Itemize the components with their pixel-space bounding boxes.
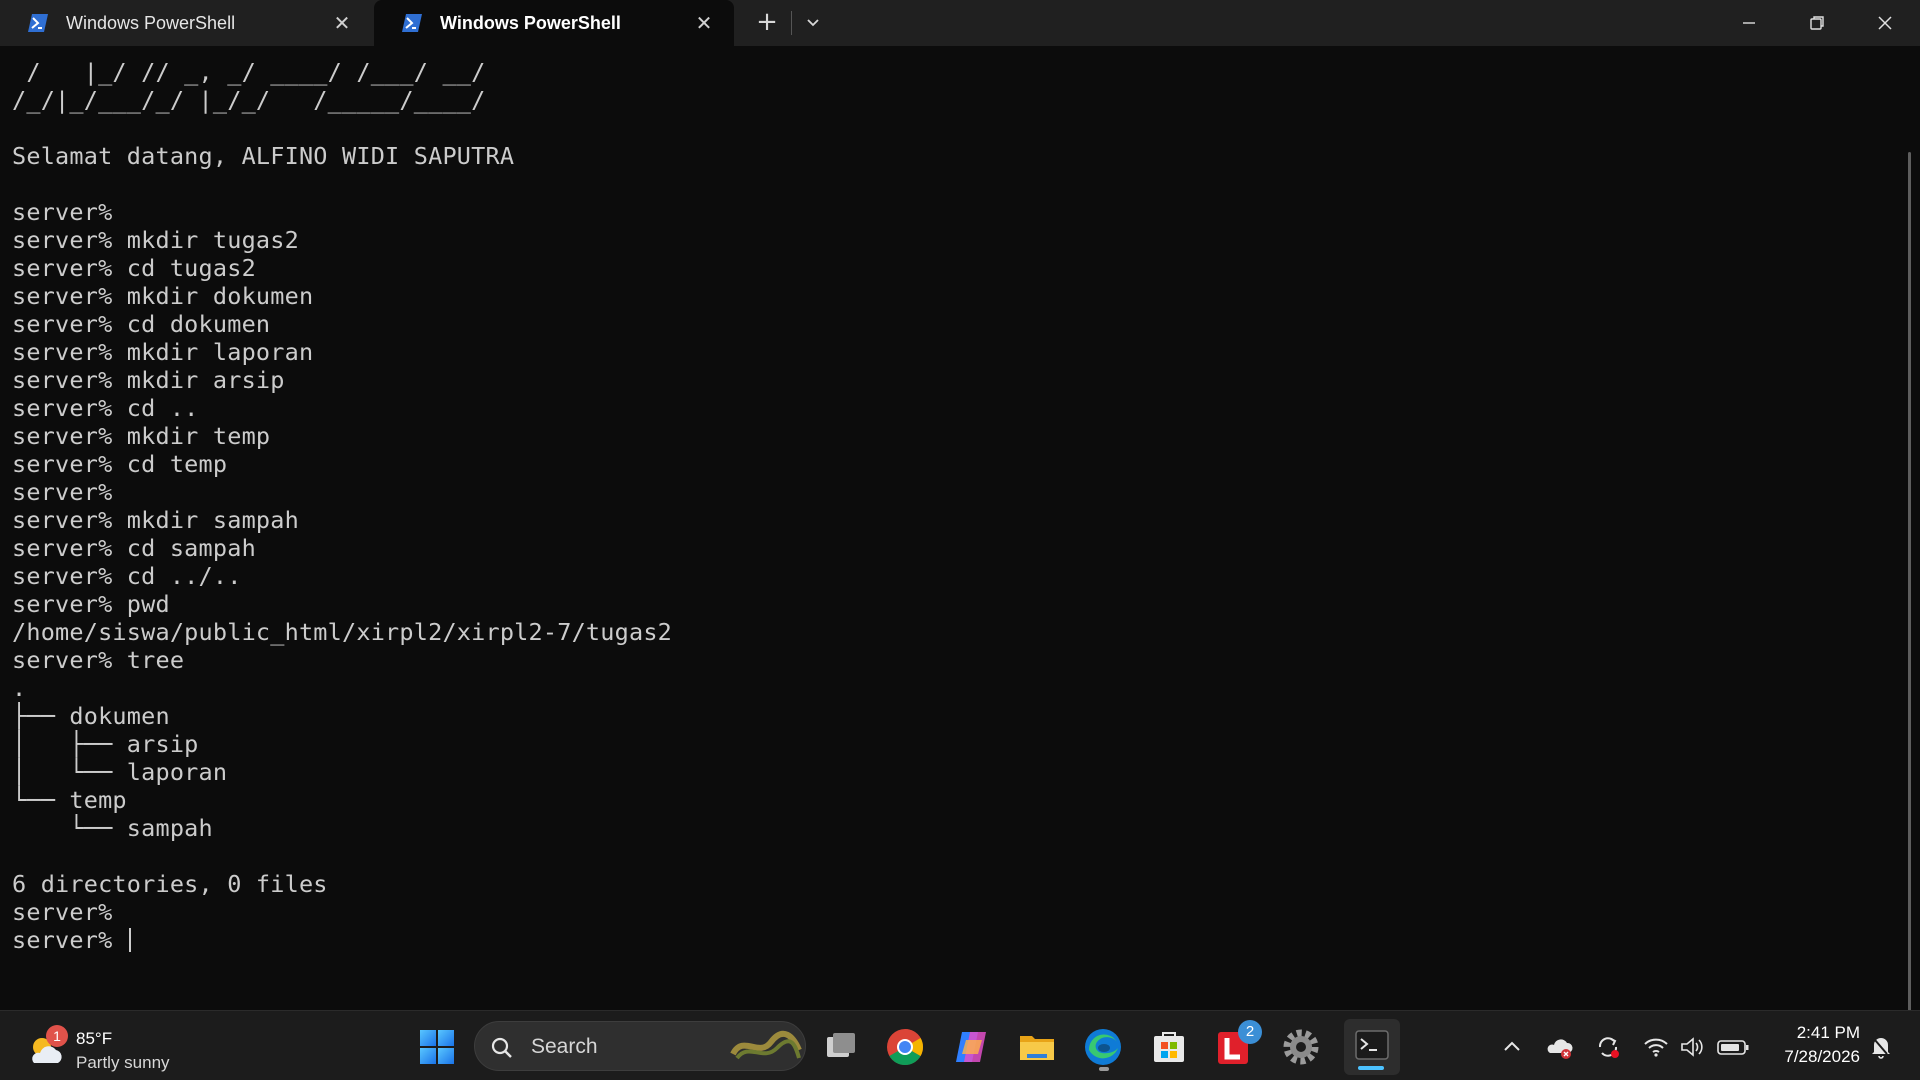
powershell-icon [28,14,48,32]
running-indicator [1099,1067,1109,1071]
terminal-line: server% mkdir temp [12,422,271,450]
battery-icon[interactable] [1716,1033,1750,1061]
gear-icon[interactable] [1278,1024,1324,1070]
weather-temp: 85°F [76,1029,113,1048]
terminal-line: /_/|_/___/_/ |_/_/ /_____/____/ [12,86,486,114]
terminal-line: / |_/ // _, _/ ____/ /___/ __/ [12,58,486,86]
minimize-icon[interactable] [1734,8,1764,38]
tab-powershell-2[interactable]: Windows PowerShell ✕ [374,0,734,46]
terminal-line: └── sampah [12,814,213,842]
tab-powershell-1[interactable]: Windows PowerShell ✕ [0,0,370,46]
prompt-text: server% [12,926,127,954]
close-tab-icon[interactable]: ✕ [693,12,715,34]
search-icon [491,1037,512,1058]
notification-badge: 2 [1238,1020,1262,1044]
chrome-icon[interactable] [882,1024,928,1070]
terminal-output[interactable]: / |_/ // _, _/ ____/ /___/ __//_/|_/___/… [0,46,1920,1025]
store-icon[interactable] [1146,1024,1192,1070]
notification-bell-icon[interactable] [1868,1033,1894,1061]
terminal-line: server% pwd [12,590,170,618]
close-icon[interactable] [1870,8,1900,38]
terminal-line: server% [12,198,113,226]
terminal-line: server% cd .. [12,394,199,422]
chevron-up-icon[interactable] [1498,1033,1526,1061]
restore-icon[interactable] [1802,8,1832,38]
taskbar: 1 85°F Partly sunny Search 2 2:41 PM 7/2… [0,1010,1920,1080]
terminal-line: └── temp [12,786,127,814]
terminal-line: server% mkdir arsip [12,366,285,394]
clock[interactable]: 2:41 PM 7/28/2026 [1760,1021,1860,1069]
windows-start-icon[interactable] [414,1024,460,1070]
chevron-down-icon[interactable] [800,10,826,36]
terminal-prompt-line[interactable]: server% [12,926,672,954]
search-highlight-art [730,1030,802,1060]
terminal-line: server% mkdir laporan [12,338,314,366]
terminal-line: │ ├── arsip [12,730,199,758]
divider [791,11,792,35]
terminal-text: / |_/ // _, _/ ____/ /___/ __//_/|_/___/… [12,58,672,954]
terminal-line: server% [12,898,113,926]
task-view-icon[interactable] [818,1024,864,1070]
terminal-line: │ └── laporan [12,758,228,786]
sync-icon[interactable] [1594,1033,1622,1061]
clock-time: 2:41 PM [1796,1023,1860,1042]
active-indicator [1358,1066,1384,1070]
search-input[interactable]: Search [474,1021,806,1071]
clock-date: 7/28/2026 [1784,1047,1860,1066]
terminal-line: server% cd dokumen [12,310,271,338]
notification-badge: 1 [46,1025,68,1047]
terminal-line: server% tree [12,646,185,674]
terminal-line: server% mkdir tugas2 [12,226,299,254]
folder-icon[interactable] [1014,1024,1060,1070]
edge-icon[interactable] [1080,1024,1126,1070]
terminal-line: server% mkdir dokumen [12,282,314,310]
title-bar: Windows PowerShell ✕ Windows PowerShell … [0,0,1920,46]
terminal-line: server% [12,478,113,506]
terminal-line: Selamat datang, ALFINO WIDI SAPUTRA [12,142,515,170]
close-tab-icon[interactable]: ✕ [331,12,353,34]
powershell-icon [402,14,422,32]
onedrive-error-icon[interactable] [1546,1033,1574,1061]
new-tab-button[interactable]: + [752,9,782,36]
terminal-line: ├── dokumen [12,702,170,730]
tab-title: Windows PowerShell [66,13,236,33]
terminal-line: 6 directories, 0 files [12,870,328,898]
tab-title: Windows PowerShell [440,13,621,33]
terminal-line: server% cd tugas2 [12,254,256,282]
terminal-line: server% cd ../.. [12,562,242,590]
search-placeholder: Search [531,1035,598,1058]
weather-widget[interactable]: 1 85°F Partly sunny [26,1025,186,1072]
terminal-line: . [12,674,27,702]
terminal-line: server% cd sampah [12,534,256,562]
wifi-icon[interactable] [1642,1033,1670,1061]
scrollbar[interactable] [1908,152,1911,1025]
text-cursor [128,928,131,952]
terminal-line: server% cd temp [12,450,228,478]
terminal-line: server% mkdir sampah [12,506,299,534]
terminal-line: /home/siswa/public_html/xirpl2/xirpl2-7/… [12,618,673,646]
volume-icon[interactable] [1678,1033,1706,1061]
weather-desc: Partly sunny [76,1053,170,1072]
copilot-icon[interactable] [948,1024,994,1070]
